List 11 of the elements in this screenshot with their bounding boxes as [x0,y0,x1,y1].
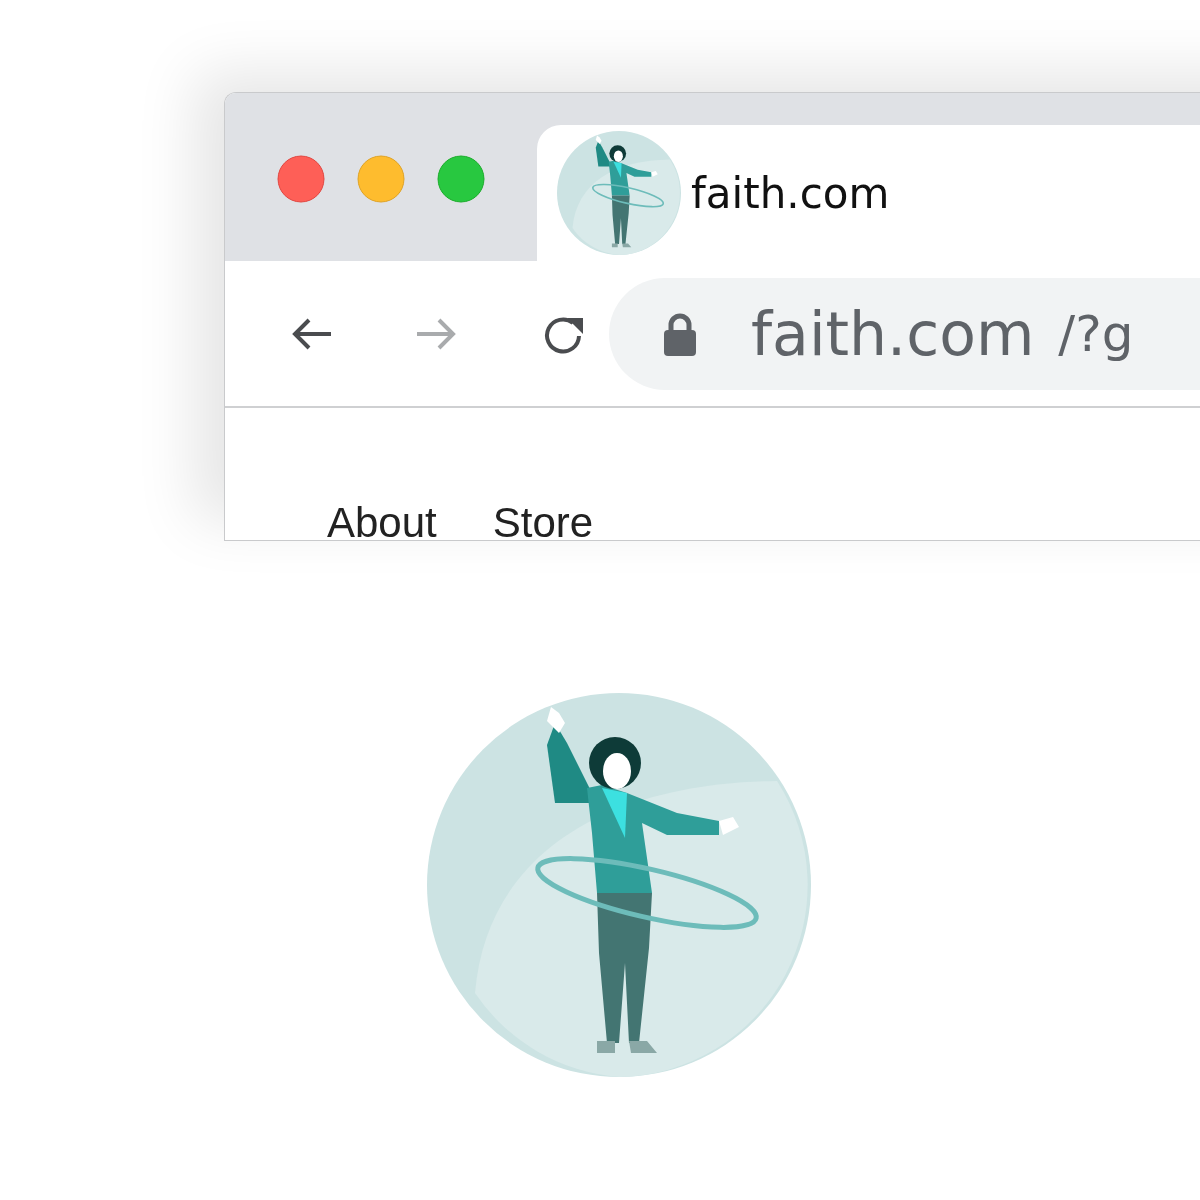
tab-title: faith.com [691,168,890,218]
address-bar[interactable]: faith.com /?g [609,277,1200,390]
lock-icon [663,311,697,356]
nav-link[interactable]: Store [492,502,594,540]
minimize-window-icon[interactable] [357,155,405,203]
close-window-icon[interactable] [277,155,325,203]
maximize-window-icon[interactable] [437,155,485,203]
browser-tab[interactable]: faith.com [537,125,1200,261]
url-path: /?g [1058,304,1134,363]
nav-link[interactable]: About [327,502,437,540]
url-host: faith.com [751,298,1035,369]
